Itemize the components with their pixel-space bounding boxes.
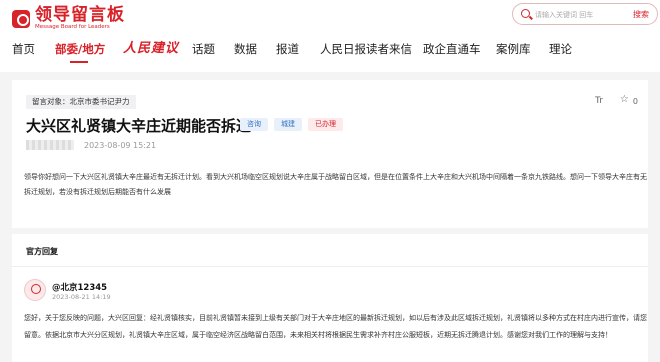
message-body: 领导你好想问一下大兴区礼贤镇大辛庄最近有无拆迁计划。看到大兴机场临空区规划说大辛… xyxy=(24,173,647,196)
font-size-icon[interactable]: Tr xyxy=(595,96,603,106)
reply-heading: 官方回复 xyxy=(26,247,58,256)
main-nav: 首页 部委/地方 人民建议 话题 数据 报道 人民日报读者来信 政企直通车 案例… xyxy=(0,36,660,63)
badge-field: 城建 xyxy=(274,118,302,131)
logo-title: 领导留言板 xyxy=(35,5,125,25)
logo-icon xyxy=(12,9,30,28)
message-badges: 咨询 城建 已办理 xyxy=(240,118,349,131)
author-name-blurred xyxy=(26,140,74,150)
nav-item-reader-letters[interactable]: 人民日报读者来信 xyxy=(320,41,412,57)
search-icon[interactable] xyxy=(521,9,530,18)
search-box: 搜索 xyxy=(512,3,658,25)
page-title: 大兴区礼贤镇大辛庄近期能否拆迁 xyxy=(26,117,252,135)
divider xyxy=(12,266,648,267)
search-button[interactable]: 搜索 xyxy=(633,9,649,20)
nav-item-theory[interactable]: 理论 xyxy=(549,41,572,57)
site-logo[interactable]: 领导留言板 Message Board for Leaders xyxy=(12,6,125,31)
logo-subtitle: Message Board for Leaders xyxy=(35,24,110,30)
reply-body: 您好，关于您反映的问题，大兴区回复：经礼贤镇核实，目前礼贤镇暂未接到上级有关部门… xyxy=(24,314,647,339)
message-target: 留言对象：北京市委书记尹力 xyxy=(26,95,136,109)
badge-category: 咨询 xyxy=(240,118,268,131)
nav-item-peoples-suggestions[interactable]: 人民建议 xyxy=(123,37,179,56)
nav-item-reports[interactable]: 报道 xyxy=(276,41,299,57)
message-date: 2023-08-09 15:21 xyxy=(84,140,157,150)
nav-item-topics[interactable]: 话题 xyxy=(192,41,215,57)
message-meta: 2023-08-09 15:21 xyxy=(26,140,156,150)
org-avatar xyxy=(24,279,46,301)
reply-org-name: @北京12345 xyxy=(52,283,108,293)
like-count: 0 xyxy=(632,96,638,106)
status-badge: 已办理 xyxy=(308,118,343,131)
message-tools: Tr 0 xyxy=(595,94,638,106)
nav-item-case-library[interactable]: 案例库 xyxy=(496,41,531,57)
like-icon[interactable] xyxy=(620,94,630,105)
official-reply-card: 官方回复 @北京12345 2023-08-21 14:19 您好，关于您反映的… xyxy=(12,234,648,362)
nav-item-data[interactable]: 数据 xyxy=(234,41,257,57)
message-card: 留言对象：北京市委书记尹力 Tr 0 大兴区礼贤镇大辛庄近期能否拆迁 咨询 城建… xyxy=(12,80,648,228)
nav-item-gov-enterprise[interactable]: 政企直通车 xyxy=(423,41,481,57)
nav-item-home[interactable]: 首页 xyxy=(12,41,35,57)
site-header: 领导留言板 Message Board for Leaders 搜索 首页 部委… xyxy=(0,0,660,72)
reply-date: 2023-08-21 14:19 xyxy=(52,293,111,301)
search-input[interactable] xyxy=(535,7,615,22)
nav-item-ministries[interactable]: 部委/地方 xyxy=(55,41,105,63)
